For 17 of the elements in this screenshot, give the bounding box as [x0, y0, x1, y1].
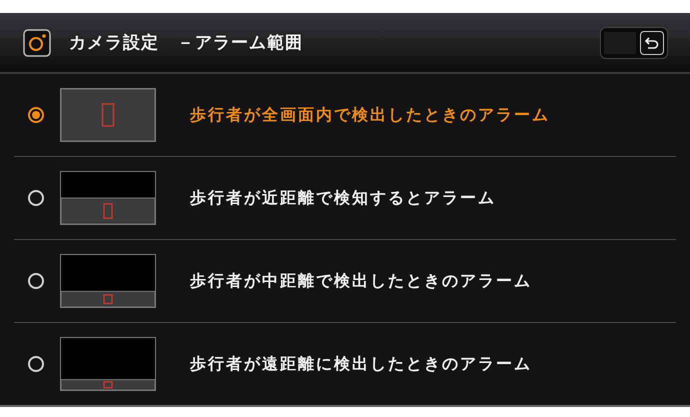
- radio-button[interactable]: [28, 107, 44, 123]
- back-icon: [644, 34, 660, 50]
- back-button[interactable]: [640, 30, 664, 54]
- radio-button[interactable]: [28, 356, 44, 372]
- radio-button[interactable]: [28, 190, 44, 206]
- option-label[interactable]: 歩行者が中距離で検出したときのアラーム: [190, 270, 532, 292]
- option-label[interactable]: 歩行者が遠距離に検出したときのアラーム: [190, 354, 532, 374]
- camera-icon: [23, 28, 51, 56]
- screen-title: カメラ設定 －アラーム範囲: [69, 32, 304, 54]
- detection-zone-icon: [60, 171, 156, 225]
- display-slot: [604, 32, 636, 54]
- detection-zone-icon: [60, 337, 156, 391]
- radio-button[interactable]: [28, 273, 44, 289]
- option-label[interactable]: 歩行者が近距離で検知するとアラーム: [190, 188, 496, 208]
- option-label[interactable]: 歩行者が全画面内で検出したときのアラーム: [190, 104, 550, 126]
- detection-zone-icon: [60, 254, 156, 308]
- detection-zone-icon: [60, 88, 156, 142]
